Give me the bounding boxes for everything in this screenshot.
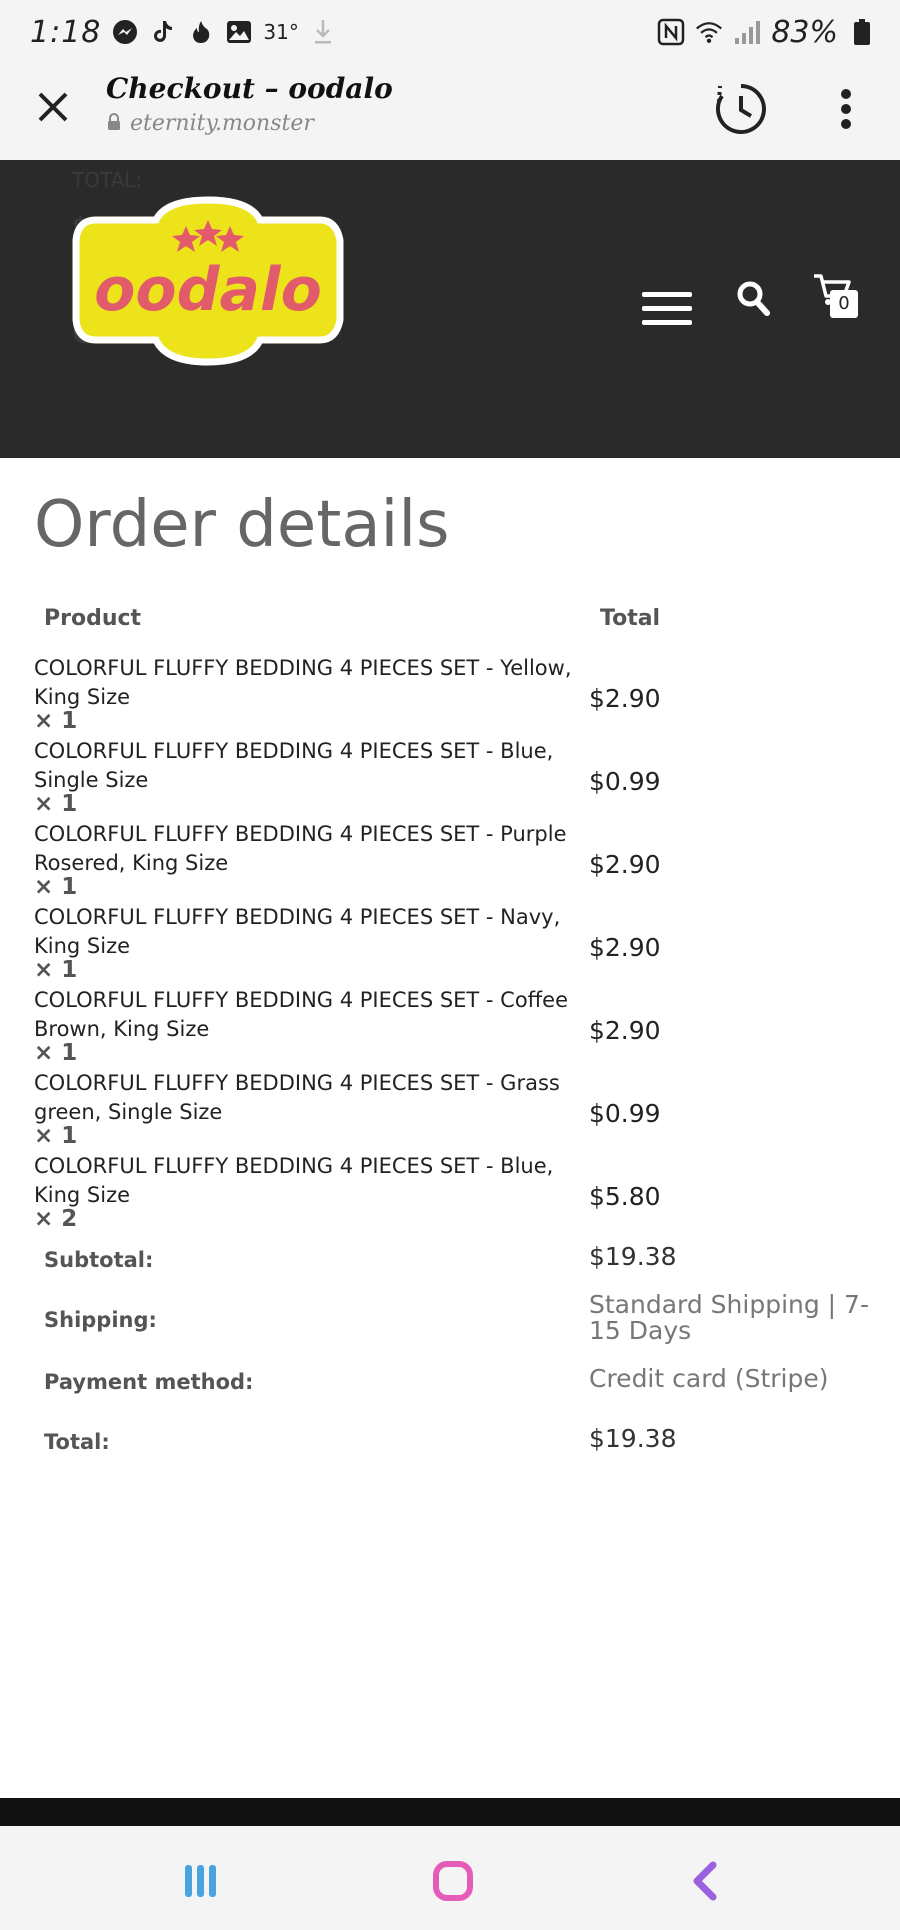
download-icon [309,18,337,46]
site-logo[interactable]: oodalo [56,190,360,370]
recents-button[interactable] [176,1856,226,1906]
back-button[interactable] [680,1856,730,1906]
product-quantity: × 1 [34,1123,78,1149]
product-total: $2.90 [589,850,661,879]
status-bar: 1:18 31° 83% [0,0,900,64]
battery-icon [848,18,876,46]
browser-toolbar: Checkout – oodalo eternity.monster [0,64,900,160]
back-icon [693,1861,717,1901]
product-total: $2.90 [589,933,661,962]
table-row: COLORFUL FLUFFY BEDDING 4 PIECES SET - Y… [34,654,874,736]
cart-button[interactable]: 0 [812,272,864,322]
product-total: $2.90 [589,1016,661,1045]
product-quantity: × 1 [34,708,78,734]
home-icon [433,1861,473,1901]
payment-method-value: Credit card (Stripe) [589,1364,829,1393]
total-label: Total: [44,1430,110,1454]
shipping-label: Shipping: [44,1308,157,1332]
total-value: $19.38 [589,1424,677,1453]
recents-icon [185,1865,216,1897]
column-header-product: Product [44,606,142,631]
payment-method-label: Payment method: [44,1370,254,1394]
product-total: $2.90 [589,684,661,713]
more-options-button[interactable] [828,84,864,134]
product-quantity: × 1 [34,791,78,817]
subtotal-value: $19.38 [589,1242,677,1271]
table-row: COLORFUL FLUFFY BEDDING 4 PIECES SET - B… [34,1152,874,1234]
close-button[interactable] [30,84,76,130]
product-name: COLORFUL FLUFFY BEDDING 4 PIECES SET - B… [34,739,554,792]
home-button[interactable] [428,1856,478,1906]
menu-button[interactable] [642,280,692,336]
messenger-icon [111,18,139,46]
table-row: COLORFUL FLUFFY BEDDING 4 PIECES SET - G… [34,1069,874,1151]
product-total: $0.99 [589,767,661,796]
column-header-total: Total [600,606,661,631]
product-total: $5.80 [589,1182,661,1211]
bleed-total-label: TOTAL: [72,168,143,192]
close-icon [38,92,68,122]
history-icon [716,84,766,134]
status-time: 1:18 [30,14,102,50]
more-vert-icon [841,89,851,129]
product-quantity: × 1 [34,957,78,983]
url-row: eternity.monster [106,111,393,136]
nfc-icon [657,18,685,46]
product-quantity: × 2 [34,1206,78,1232]
search-button[interactable] [736,278,772,318]
cart-count-badge: 0 [830,290,858,318]
battery-percentage: 83% [771,14,838,50]
url-text: eternity.monster [130,111,314,136]
lock-icon [106,112,122,135]
order-details-title: Order details [34,488,450,562]
shipping-value: Standard Shipping | 7-15 Days [589,1290,869,1345]
table-row: COLORFUL FLUFFY BEDDING 4 PIECES SET - N… [34,903,874,985]
browser-title-block: Checkout – oodalo eternity.monster [106,72,393,136]
tinder-icon [187,18,215,46]
browser-page-title: Checkout – oodalo [106,72,393,105]
table-row: COLORFUL FLUFFY BEDDING 4 PIECES SET - P… [34,820,874,902]
product-quantity: × 1 [34,1040,78,1066]
product-name: COLORFUL FLUFFY BEDDING 4 PIECES SET - Y… [34,656,572,709]
tiktok-icon [149,18,177,46]
logo-text: oodalo [94,255,322,325]
product-name: COLORFUL FLUFFY BEDDING 4 PIECES SET - G… [34,1071,560,1124]
site-header: TOTAL: $19. Cre tripe) oodalo 0 [0,160,900,458]
system-nav-bar [0,1826,900,1930]
product-name: COLORFUL FLUFFY BEDDING 4 PIECES SET - C… [34,988,568,1041]
product-name: COLORFUL FLUFFY BEDDING 4 PIECES SET - N… [34,905,561,958]
subtotal-label: Subtotal: [44,1248,154,1272]
status-temperature: 31° [263,20,299,44]
table-row: COLORFUL FLUFFY BEDDING 4 PIECES SET - C… [34,986,874,1068]
product-total: $0.99 [589,1099,661,1128]
wifi-icon [695,18,723,46]
history-button[interactable] [712,80,770,138]
search-icon [737,281,770,316]
gallery-icon [225,18,253,46]
product-quantity: × 1 [34,874,78,900]
signal-icon [733,18,761,46]
table-row: COLORFUL FLUFFY BEDDING 4 PIECES SET - B… [34,737,874,819]
page-footer [0,1798,900,1826]
product-name: COLORFUL FLUFFY BEDDING 4 PIECES SET - B… [34,1154,554,1207]
product-name: COLORFUL FLUFFY BEDDING 4 PIECES SET - P… [34,822,567,875]
